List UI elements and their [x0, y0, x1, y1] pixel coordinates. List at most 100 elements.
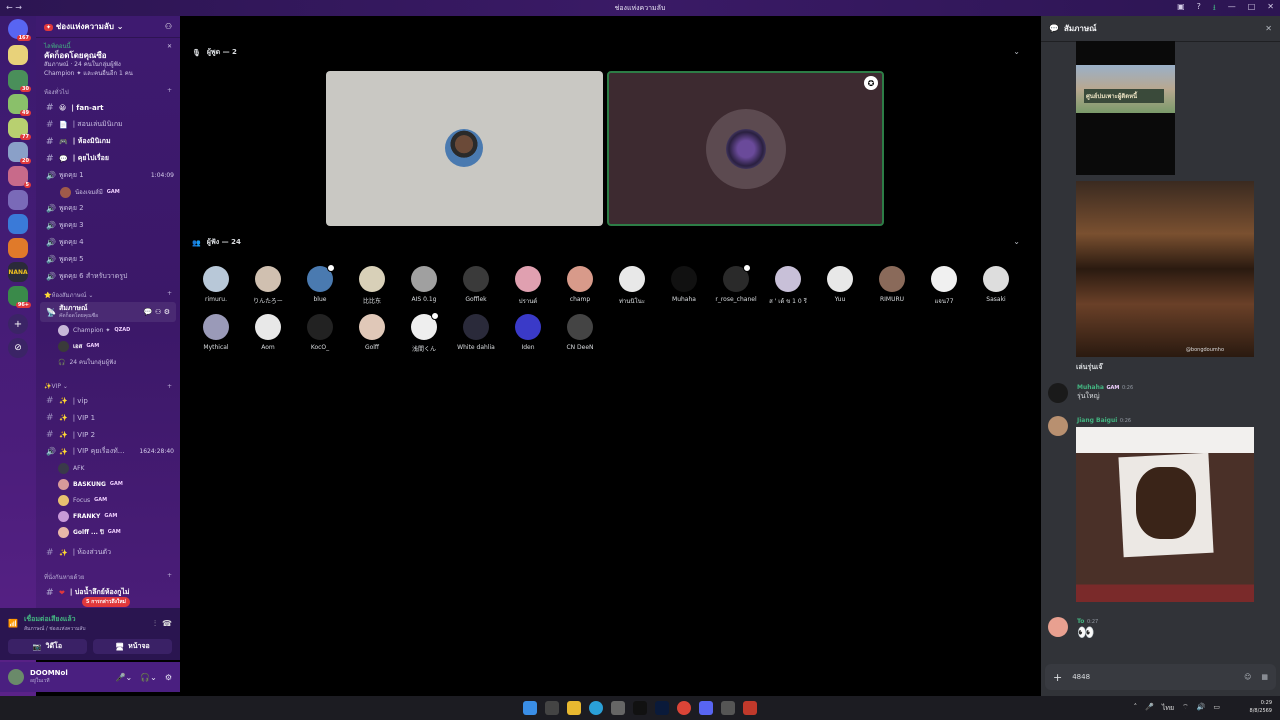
- audience-member[interactable]: 浅間くん: [403, 312, 445, 353]
- voice-channel[interactable]: 🔊 พูดคุย 2: [36, 200, 180, 217]
- explore-icon[interactable]: ⊘: [8, 338, 28, 358]
- voice-channel-talk1[interactable]: 🔊 พูดคุย 1 1:04:09: [36, 167, 180, 184]
- audience-member[interactable]: rimuru.: [195, 266, 237, 303]
- gear-icon[interactable]: ⚙: [165, 673, 172, 682]
- server-icon[interactable]: [8, 45, 28, 65]
- stage-member[interactable]: Champion ✦ QZAD: [36, 322, 180, 338]
- channel-vip1[interactable]: # ✨ | VIP 1: [36, 409, 180, 426]
- server-icon[interactable]: 49: [8, 94, 31, 116]
- category-last[interactable]: ที่นั่งกันหายด้วย +: [36, 567, 180, 584]
- server-icon[interactable]: 77: [8, 118, 31, 140]
- channel-actions[interactable]: 💬 ⚇ ⚙: [144, 308, 170, 316]
- avatar[interactable]: [1048, 416, 1068, 436]
- folder-icon[interactable]: [567, 701, 581, 715]
- new-mentions-badge[interactable]: 5 การกล่าวถึงใหม่: [82, 597, 130, 607]
- audience-header[interactable]: 👥 ผู้ฟัง — 24: [192, 237, 241, 248]
- audience-member[interactable]: Iden: [507, 314, 549, 351]
- avatar[interactable]: [1048, 383, 1068, 403]
- audience-member[interactable]: 比比东: [351, 266, 393, 305]
- chevron-down-icon[interactable]: ⌄: [1013, 47, 1020, 56]
- author-name[interactable]: Jiang Baigui: [1077, 417, 1117, 424]
- audience-member[interactable]: Sasaki: [975, 266, 1017, 303]
- audience-member[interactable]: blue: [299, 264, 341, 303]
- audience-member[interactable]: White dahlia: [455, 314, 497, 351]
- start-icon[interactable]: [523, 701, 537, 715]
- audience-member[interactable]: r_rose_chanel: [715, 264, 757, 303]
- image-attachment[interactable]: @bongdoumho: [1076, 181, 1254, 357]
- chevron-up-icon[interactable]: ˄: [1134, 703, 1138, 714]
- audience-member[interactable]: CN DeeN: [559, 314, 601, 351]
- disconnect-icon[interactable]: ☎: [162, 619, 172, 628]
- audience-member[interactable]: champ: [559, 266, 601, 303]
- channel-minigame[interactable]: # 🎮 | ห้องมินิเกม: [36, 133, 180, 150]
- inbox-icon[interactable]: ▣: [1177, 2, 1185, 16]
- voice-member[interactable]: น้องเจมส์มี GAM: [36, 184, 180, 200]
- voice-channel[interactable]: 🔊 พูดคุย 3: [36, 217, 180, 234]
- download-icon[interactable]: ⭳: [1213, 2, 1216, 16]
- voice-member[interactable]: FRANKY GAM: [36, 508, 180, 524]
- audience-member[interactable]: KocO_: [299, 314, 341, 351]
- channel-tutorial[interactable]: # 📄 | สอนเล่นมินิเกม: [36, 116, 180, 133]
- server-header[interactable]: ✦ ช่องแห่งความลับ ⌄ ⚇: [36, 16, 180, 38]
- server-icon[interactable]: [8, 190, 28, 210]
- speakers-header[interactable]: 🎙 ผู้พูด — 2: [192, 47, 237, 58]
- image-attachment[interactable]: [1076, 427, 1254, 602]
- voice-channel[interactable]: 🔊 พูดคุย 5: [36, 251, 180, 268]
- close-icon[interactable]: ✕: [167, 42, 172, 51]
- browser-icon[interactable]: [589, 701, 603, 715]
- server-icon[interactable]: 30: [8, 70, 31, 92]
- voice-member[interactable]: Golff ... ปิ GAM: [36, 524, 180, 540]
- headphones-icon[interactable]: 🎧⌄: [140, 673, 157, 682]
- channel-vip2[interactable]: # ✨ | VIP 2: [36, 426, 180, 443]
- audience-member[interactable]: Mythical: [195, 314, 237, 351]
- add-attachment-icon[interactable]: +: [1053, 671, 1062, 684]
- server-icon[interactable]: [8, 238, 28, 258]
- stage-channel[interactable]: 📡 สัมภาษณ์ คัดก็อดโดยคุณซือ 💬 ⚇ ⚙: [40, 302, 176, 322]
- server-icon[interactable]: NANA: [8, 262, 28, 282]
- audience-member[interactable]: Golff: [351, 314, 393, 351]
- audience-member[interactable]: Aom: [247, 314, 289, 351]
- author-name[interactable]: Muhaha: [1077, 384, 1104, 391]
- app-icon[interactable]: [743, 701, 757, 715]
- close-icon[interactable]: ✕: [1265, 24, 1272, 33]
- audience-member[interactable]: ปรานต์: [507, 266, 549, 306]
- nav-arrows[interactable]: ← →: [6, 3, 22, 12]
- add-friend-icon[interactable]: ⚇: [165, 22, 172, 31]
- help-icon[interactable]: ?: [1197, 2, 1201, 16]
- add-channel-icon[interactable]: +: [167, 87, 172, 97]
- avatar[interactable]: [8, 669, 24, 685]
- voice-member[interactable]: Focus GAM: [36, 492, 180, 508]
- channel-private[interactable]: # ✨ | ห้องส่วนตัว: [36, 544, 180, 561]
- voice-member[interactable]: BASKUNG GAM: [36, 476, 180, 492]
- speaker-tile-speaking[interactable]: ✪: [607, 71, 884, 226]
- app-icon[interactable]: [721, 701, 735, 715]
- category-general[interactable]: ห้องทั่วไป +: [36, 82, 180, 99]
- screen-share-button[interactable]: 🖥 หน้าจอ: [93, 639, 172, 654]
- voice-location[interactable]: สัมภาษณ์ / ช่องแห่งความลับ: [24, 625, 86, 633]
- discord-icon[interactable]: [699, 701, 713, 715]
- voice-channel[interactable]: 🔊 พูดคุย 4: [36, 234, 180, 251]
- add-server-icon[interactable]: +: [8, 314, 28, 334]
- wifi-icon[interactable]: ⌔: [1182, 703, 1189, 714]
- server-icon[interactable]: 20: [8, 142, 31, 164]
- voice-channel[interactable]: 🔊 พูดคุย 6 สำหรับวาดรูป: [36, 268, 180, 285]
- audience-member[interactable]: ส ' เด้ ข 1 0 รี: [767, 266, 809, 306]
- emoji-icon[interactable]: ☺: [1244, 673, 1251, 681]
- photoshop-icon[interactable]: [655, 701, 669, 715]
- category-vip[interactable]: ✨VIP ⌄ +: [36, 378, 180, 392]
- app-icon[interactable]: [611, 701, 625, 715]
- audience-member[interactable]: RIMURU: [871, 266, 913, 303]
- search-icon[interactable]: [545, 701, 559, 715]
- tiktok-icon[interactable]: [633, 701, 647, 715]
- audience-member[interactable]: Muhaha: [663, 266, 705, 303]
- noise-icon[interactable]: ⫶: [154, 619, 156, 629]
- microphone-icon[interactable]: 🎤⌄: [115, 673, 132, 682]
- stage-member[interactable]: เอส GAM: [36, 338, 180, 354]
- message-composer[interactable]: + 4848 ☺ ▦: [1045, 664, 1276, 690]
- author-name[interactable]: To: [1077, 618, 1084, 625]
- channel-fan-art[interactable]: # 😀 | fan-art: [36, 99, 180, 116]
- channel-chat[interactable]: # 💬 | คุยไปเรื่อย: [36, 150, 180, 167]
- video-button[interactable]: 📷 วิดีโอ: [8, 639, 87, 654]
- server-icon[interactable]: [8, 214, 28, 234]
- minimize-button[interactable]: —: [1228, 2, 1236, 16]
